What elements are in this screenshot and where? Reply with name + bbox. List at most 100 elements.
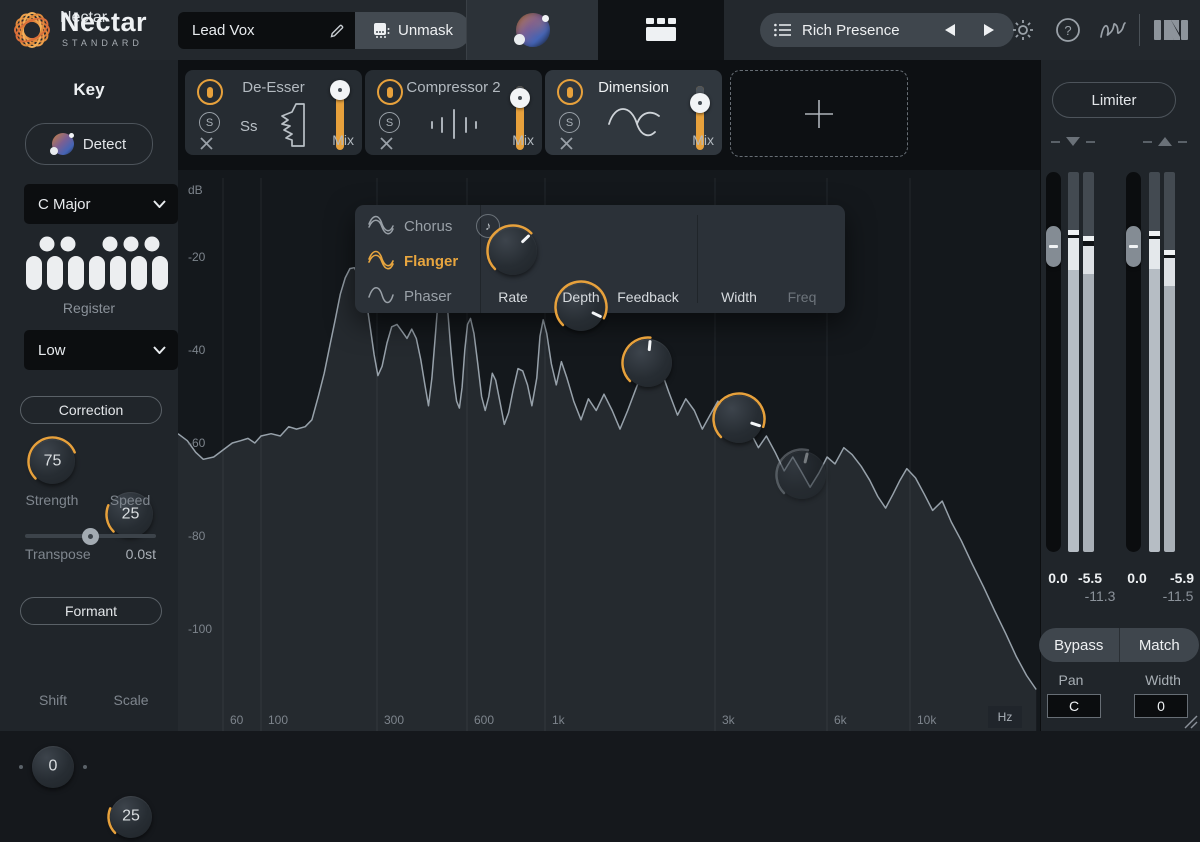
bypass-button[interactable]: Bypass (1039, 628, 1120, 662)
unmask-button[interactable]: Unmask (355, 12, 471, 49)
detect-key-button[interactable]: Detect (25, 123, 153, 165)
ni-logo-icon[interactable] (1150, 15, 1192, 45)
scale-knob[interactable]: 25 (106, 792, 156, 842)
panel-divider (697, 215, 698, 303)
limiter-button[interactable]: Limiter (1052, 82, 1176, 118)
preset-next-button[interactable] (974, 15, 1004, 45)
threshold-marker-down[interactable] (1051, 136, 1095, 147)
key-select[interactable]: C Major (24, 184, 178, 224)
unmask-icon (373, 23, 390, 38)
resize-grip[interactable] (1181, 712, 1198, 729)
preset-name: Rich Presence (802, 21, 900, 39)
y-tick-label: -60 (188, 436, 206, 450)
correction-section-button[interactable]: Correction (20, 396, 162, 424)
pan-label: Pan (1058, 672, 1084, 688)
gain-fader-handle[interactable] (1046, 226, 1061, 267)
y-tick-label: -20 (188, 250, 206, 264)
tab-modules[interactable] (598, 0, 724, 60)
power-icon[interactable] (197, 79, 223, 105)
strength-label: Strength (25, 492, 79, 508)
dimension-fx-panel: Chorus Flanger Phaser ♪ Rate Depth Feedb… (355, 205, 845, 499)
mode-item-phaser[interactable]: Phaser (367, 282, 477, 310)
mix-slider-handle[interactable] (330, 80, 350, 100)
limiter-label: Limiter (1091, 91, 1137, 109)
help-icon[interactable]: ? (1053, 15, 1083, 45)
mix-slider-handle[interactable] (690, 92, 710, 113)
meter-bar-l1 (1068, 172, 1079, 552)
mix-label: Mix (512, 132, 534, 148)
nectar-logo-icon (10, 8, 54, 52)
match-button[interactable]: Match (1120, 628, 1200, 662)
register-select[interactable]: Low (24, 330, 178, 370)
add-module-slot[interactable] (730, 70, 908, 157)
power-icon[interactable] (557, 79, 583, 105)
threshold-marker-up[interactable] (1143, 136, 1187, 147)
solo-icon[interactable]: S (559, 112, 580, 133)
power-icon[interactable] (377, 79, 403, 105)
mode-item-chorus[interactable]: Chorus (367, 212, 477, 240)
piano-keys[interactable] (0, 236, 178, 296)
module-card-de-esser[interactable]: De-Esser S Ss Mix (185, 70, 362, 155)
settings-gear-icon[interactable] (1008, 15, 1038, 45)
close-icon[interactable] (199, 136, 214, 156)
pencil-icon[interactable] (329, 23, 345, 39)
width-label: Width (1145, 672, 1181, 688)
tab-assistant[interactable] (466, 0, 599, 60)
preset-list-icon (774, 23, 791, 37)
rms-readout-right: -11.5 (1162, 588, 1194, 604)
x-tick-label: 60 (230, 713, 244, 727)
register-label: Register (62, 300, 116, 316)
freq-knob[interactable] (774, 447, 830, 503)
modules-icon (646, 18, 676, 41)
mix-label: Mix (332, 132, 354, 148)
solo-icon[interactable]: S (199, 112, 220, 133)
meter-bar-r1 (1149, 172, 1160, 552)
transpose-slider-handle[interactable] (82, 528, 99, 545)
gain-readout-left: 0.0 (1048, 570, 1068, 586)
pan-value-box[interactable]: C (1047, 694, 1101, 718)
gain-fader-right[interactable] (1126, 172, 1141, 552)
mode-item-flanger[interactable]: Flanger (367, 247, 477, 275)
mix-slider-handle[interactable] (510, 87, 530, 108)
formant-section-button[interactable]: Formant (20, 597, 162, 625)
strength-knob[interactable]: 75 (26, 435, 79, 488)
module-card-compressor[interactable]: Compressor 2 S Mix (365, 70, 542, 155)
key-section-title: Key (73, 80, 105, 99)
y-tick-label: -80 (188, 529, 206, 543)
close-icon[interactable] (379, 136, 394, 156)
speed-label: Speed (109, 492, 151, 508)
transpose-value: 0.0st (125, 546, 156, 562)
rate-knob[interactable] (485, 223, 541, 279)
feedback-label: Feedback (617, 289, 679, 305)
module-card-dimension[interactable]: Dimension S Mix (545, 70, 722, 155)
chevron-down-icon (153, 200, 166, 208)
width-value-box[interactable]: 0 (1134, 694, 1188, 718)
chorus-wave-icon (368, 215, 394, 235)
close-icon[interactable] (559, 136, 574, 156)
gain-fader-left[interactable] (1046, 172, 1061, 552)
key-sidebar: Key Detect C Major Register Low Correcti… (0, 60, 179, 838)
register-select-value: Low (38, 341, 66, 359)
preset-prev-button[interactable] (934, 15, 964, 45)
width-knob[interactable] (711, 391, 767, 447)
spectrum-area (178, 267, 1037, 731)
shift-knob[interactable]: 0 (28, 742, 78, 792)
meter-bar-l2 (1083, 172, 1094, 552)
chevron-down-icon (153, 346, 166, 354)
y-tick-label: -40 (188, 343, 206, 357)
y-axis-unit: dB (188, 183, 203, 197)
depth-knob[interactable] (553, 279, 609, 335)
preset-selector[interactable]: Rich Presence (760, 13, 1014, 47)
feedback-knob[interactable] (620, 335, 676, 391)
mix-label: Mix (692, 132, 714, 148)
track-name-input[interactable]: Lead Vox (178, 12, 355, 49)
gain-fader-handle[interactable] (1126, 226, 1141, 267)
transpose-slider[interactable] (25, 528, 156, 545)
top-bar: Nectar Nectar STANDARD Lead Vox Unmask R… (0, 0, 1200, 61)
flanger-wave-icon (368, 250, 394, 270)
x-tick-label: 10k (917, 713, 937, 727)
solo-icon[interactable]: S (379, 112, 400, 133)
x-tick-label: 3k (722, 713, 736, 727)
signature-scribble-icon[interactable] (1098, 15, 1128, 45)
output-panel: Limiter 0.0 -5.5 -11.3 0.0 -5.9 -11.5 By… (1039, 60, 1200, 731)
